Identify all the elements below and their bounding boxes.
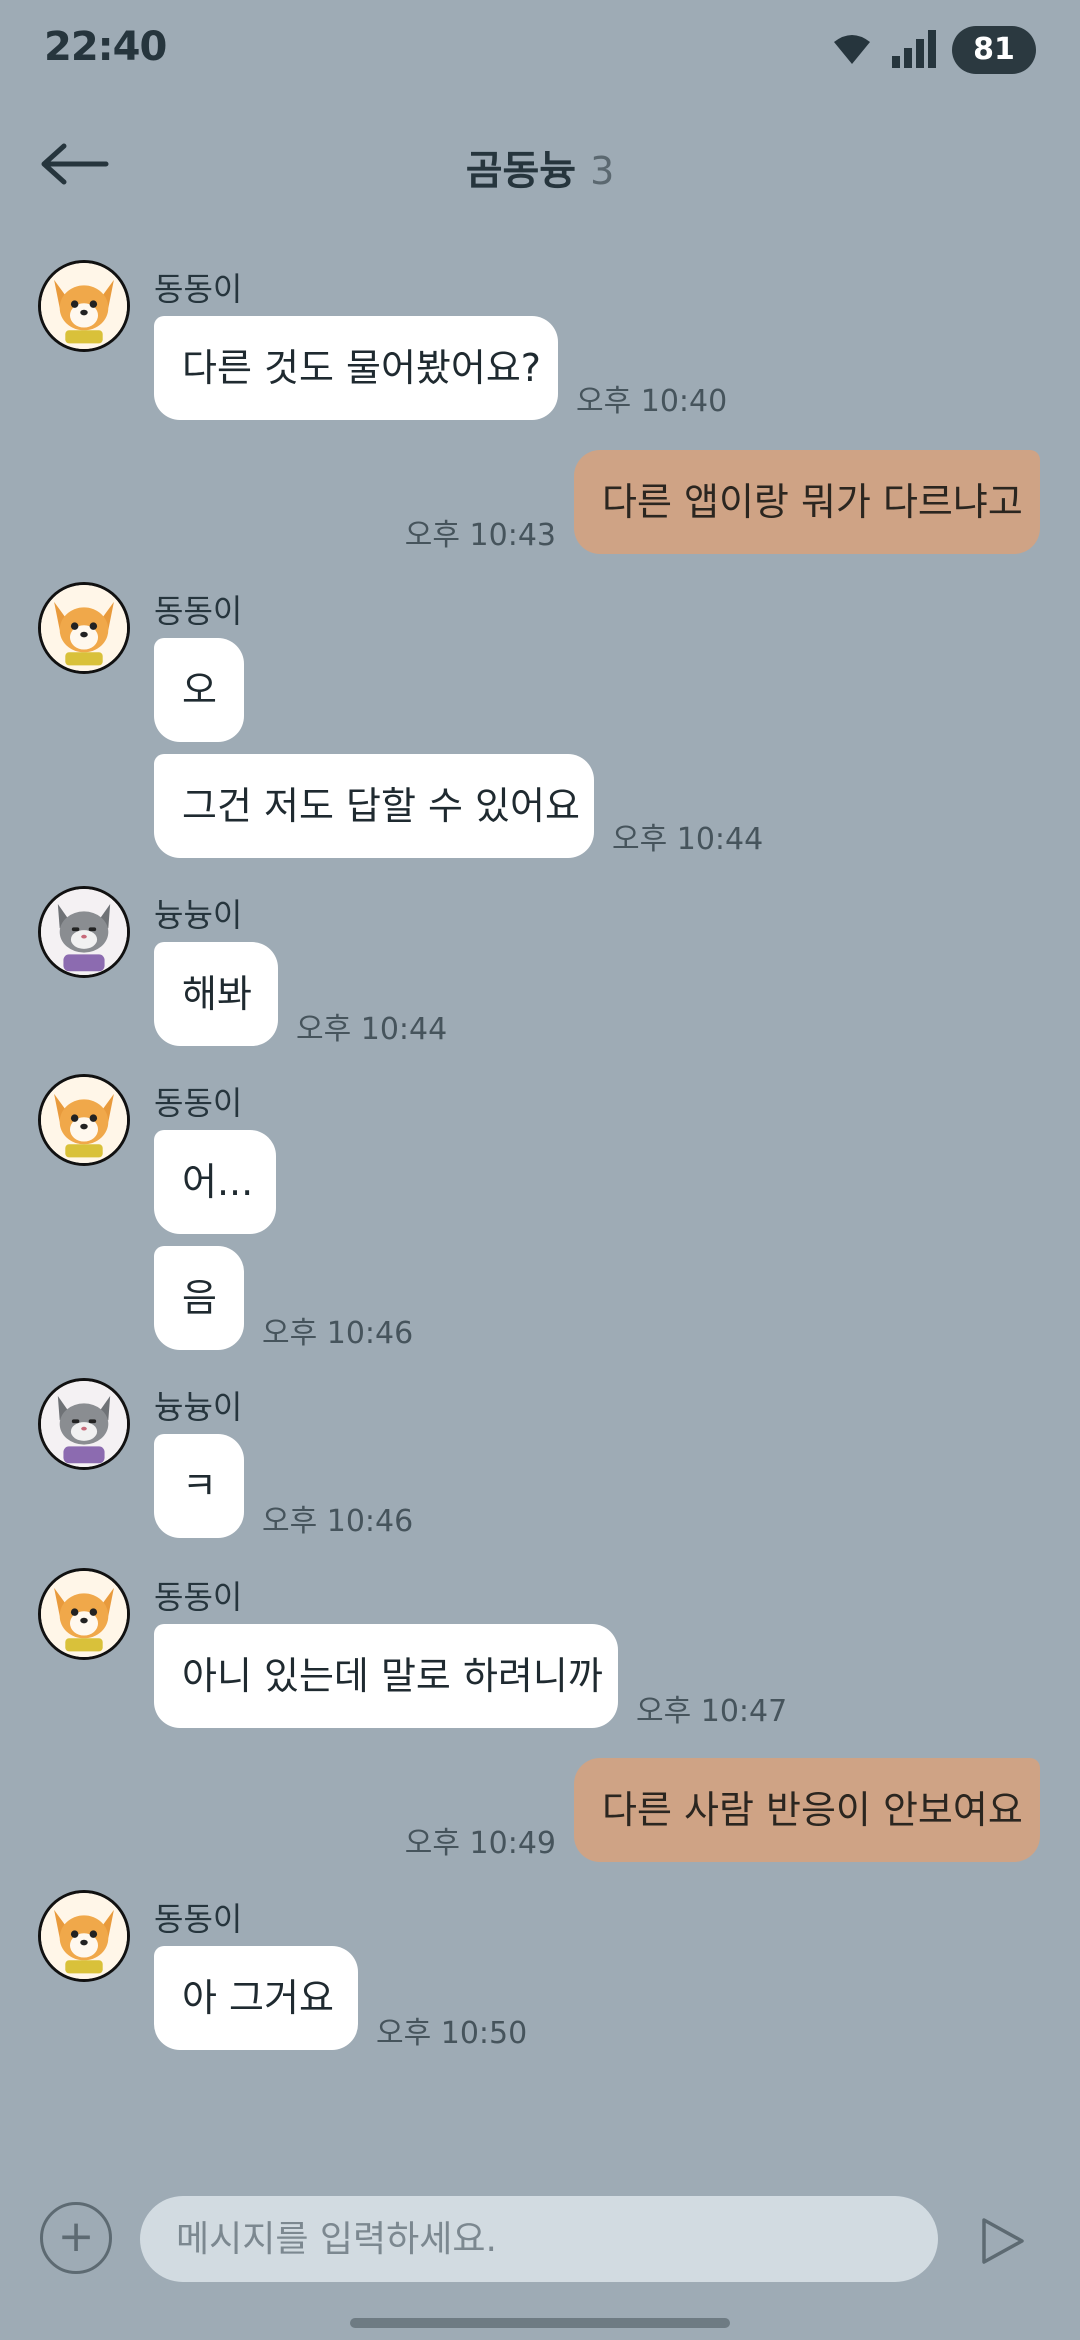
incoming-message-bubble[interactable]: 그건 저도 답할 수 있어요 xyxy=(154,754,594,858)
incoming-message-bubble[interactable]: 아 그거요 xyxy=(154,1946,358,2050)
outgoing-message-bubble[interactable]: 다른 사람 반응이 안보여요 xyxy=(574,1758,1040,1862)
status-bar: 22:40 81 xyxy=(0,0,1080,100)
incoming-message-bubble[interactable]: 어... xyxy=(154,1130,276,1234)
dog-avatar-icon[interactable] xyxy=(38,582,130,674)
battery-indicator: 81 xyxy=(952,26,1036,74)
dog-avatar-icon[interactable] xyxy=(38,1074,130,1166)
sender-name: 동동이 xyxy=(154,1578,243,1616)
chat-title-area: 곰동늉 3 xyxy=(0,138,1080,196)
message-timestamp: 오후 10:47 xyxy=(636,1694,788,1729)
chat-header: 곰동늉 3 xyxy=(0,100,1080,230)
sender-name: 동동이 xyxy=(154,592,243,630)
message-timestamp: 오후 10:49 xyxy=(404,1826,556,1861)
sender-name: 동동이 xyxy=(154,1900,243,1938)
wifi-icon xyxy=(834,35,870,64)
message-timestamp: 오후 10:43 xyxy=(404,518,556,553)
sender-name: 늉늉이 xyxy=(154,896,243,934)
incoming-message-bubble[interactable]: 오 xyxy=(154,638,244,742)
message-timestamp: 오후 10:46 xyxy=(262,1504,414,1539)
home-indicator xyxy=(350,2318,730,2328)
chat-title: 곰동늉 xyxy=(465,148,577,194)
signal-icon xyxy=(892,30,936,68)
incoming-message-bubble[interactable]: 아니 있는데 말로 하려니까 xyxy=(154,1624,618,1728)
dog-avatar-icon[interactable] xyxy=(38,260,130,352)
incoming-message-bubble[interactable]: 음 xyxy=(154,1246,244,1350)
cat-avatar-icon[interactable] xyxy=(38,886,130,978)
incoming-message-bubble[interactable]: 해봐 xyxy=(154,942,278,1046)
message-timestamp: 오후 10:44 xyxy=(296,1012,448,1047)
incoming-message-bubble[interactable]: ㅋ xyxy=(154,1434,244,1538)
composer-bar: + xyxy=(0,2170,1080,2290)
sender-name: 동동이 xyxy=(154,270,243,308)
message-timestamp: 오후 10:40 xyxy=(576,384,728,419)
message-timestamp: 오후 10:46 xyxy=(262,1316,414,1351)
sender-name: 동동이 xyxy=(154,1084,243,1122)
attach-plus-button[interactable]: + xyxy=(40,2202,112,2274)
sender-name: 늉늉이 xyxy=(154,1388,243,1426)
cat-avatar-icon[interactable] xyxy=(38,1378,130,1470)
message-timestamp: 오후 10:44 xyxy=(612,822,764,857)
member-count: 3 xyxy=(590,149,615,193)
send-icon[interactable] xyxy=(980,2216,1026,2266)
message-input[interactable] xyxy=(140,2196,938,2282)
status-time: 22:40 xyxy=(44,24,167,70)
dog-avatar-icon[interactable] xyxy=(38,1890,130,1982)
dog-avatar-icon[interactable] xyxy=(38,1568,130,1660)
outgoing-message-bubble[interactable]: 다른 앱이랑 뭐가 다르냐고 xyxy=(574,450,1040,554)
message-timestamp: 오후 10:50 xyxy=(376,2016,528,2051)
incoming-message-bubble[interactable]: 다른 것도 물어봤어요? xyxy=(154,316,558,420)
